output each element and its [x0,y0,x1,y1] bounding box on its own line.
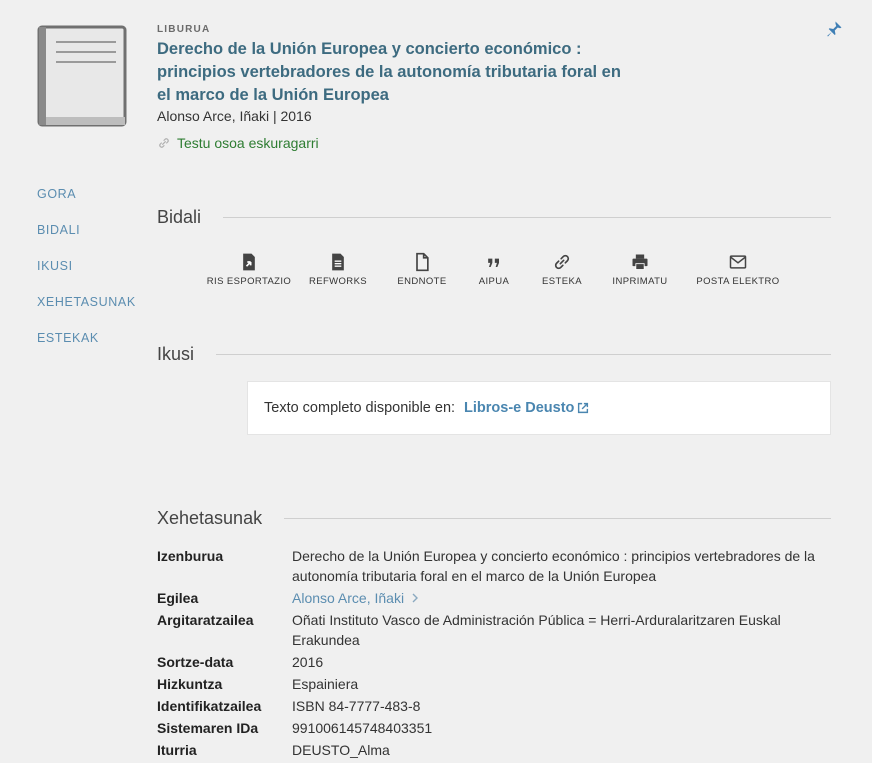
detail-key: Egilea [157,590,199,606]
send-section-title: Bidali [157,207,202,227]
detail-key: Sortze-data [157,654,234,670]
print-icon [632,254,648,270]
view-it-box: Texto completo disponible en: Libros-e D… [247,381,831,435]
permalink-button[interactable]: ESTEKA [517,252,607,287]
availability-link[interactable]: Testu osoa eskuragarri [157,135,319,151]
detail-value: Espainiera [292,676,359,692]
detail-row-source: Iturria DEUSTO_Alma [157,740,837,760]
detail-row-language: Hizkuntza Espainiera [157,674,837,694]
record-author-year: Alonso Arce, Iñaki | 2016 [157,108,312,124]
detail-row-author: Egilea Alonso Arce, Iñaki [157,588,837,608]
record-page: LIBURUA Derecho de la Unión Europea y co… [0,0,872,763]
email-button[interactable]: POSTA ELEKTRO [693,252,783,287]
endnote-icon [416,252,429,272]
chevron-right-icon [412,593,419,603]
book-cover-icon[interactable] [36,24,128,128]
detail-value: Derecho de la Unión Europea y concierto … [292,548,815,584]
action-label: INPRIMATU [612,276,668,287]
author-link[interactable]: Alonso Arce, Iñaki [292,588,837,608]
refworks-icon [332,253,344,271]
details-section-header: Xehetasunak [157,508,831,529]
author-link-text: Alonso Arce, Iñaki [292,590,405,606]
detail-row-system-id: Sistemaren IDa 991006145748403351 [157,718,837,738]
action-label: AIPUA [478,276,510,287]
details-section-title: Xehetasunak [157,508,263,528]
action-label: ESTEKA [542,276,582,287]
nav-item-top[interactable]: GORA [37,186,136,222]
details-list: Izenburua Derecho de la Unión Europea y … [157,546,837,762]
detail-row-date: Sortze-data 2016 [157,652,837,672]
detail-value: 2016 [292,654,324,670]
send-actions: RIS ESPORTAZIO REFWORKS ENDNOTE AIPUA ES… [0,252,872,292]
detail-row-identifier: Identifikatzailea ISBN 84-7777-483-8 [157,696,837,716]
refworks-button[interactable]: REFWORKS [293,252,383,287]
external-link-icon [578,402,589,414]
send-section-header: Bidali [157,207,831,228]
detail-value: 991006145748403351 [292,720,433,736]
ris-export-button[interactable]: RIS ESPORTAZIO [204,252,294,287]
section-divider [216,354,831,355]
detail-key: Identifikatzailea [157,698,262,714]
availability-text: Testu osoa eskuragarri [177,135,319,151]
action-label: POSTA ELEKTRO [696,276,780,287]
view-section-header: Ikusi [157,344,831,365]
email-icon [729,255,747,269]
view-section-title: Ikusi [157,344,195,364]
full-text-link-text: Libros-e Deusto [464,400,575,416]
detail-key: Izenburua [157,548,224,564]
detail-value: ISBN 84-7777-483-8 [292,698,421,714]
action-label: REFWORKS [308,276,368,287]
detail-value: Oñati Instituto Vasco de Administración … [292,612,781,648]
section-divider [223,217,831,218]
detail-key: Iturria [157,742,197,758]
detail-row-publisher: Argitaratzailea Oñati Instituto Vasco de… [157,610,837,650]
nav-item-links[interactable]: ESTEKAK [37,330,136,366]
full-text-link[interactable]: Libros-e Deusto [464,400,590,416]
action-label: ENDNOTE [397,276,447,287]
print-button[interactable]: INPRIMATU [595,252,685,287]
detail-key: Hizkuntza [157,676,223,692]
detail-key: Sistemaren IDa [157,720,259,736]
ris-export-icon [243,253,255,271]
resource-type-label: LIBURUA [157,24,211,35]
citation-icon [488,258,499,267]
section-divider [284,518,831,519]
detail-value: DEUSTO_Alma [292,742,390,758]
detail-key: Argitaratzailea [157,612,254,628]
permalink-icon [554,254,570,270]
action-label: RIS ESPORTAZIO [206,276,292,287]
full-text-label: Texto completo disponible en: [264,400,456,416]
detail-row-title: Izenburua Derecho de la Unión Europea y … [157,546,837,586]
link-icon [159,138,169,148]
pin-icon[interactable] [825,20,843,38]
record-title[interactable]: Derecho de la Unión Europea y concierto … [157,38,637,107]
nav-item-details[interactable]: XEHETASUNAK [37,294,136,330]
